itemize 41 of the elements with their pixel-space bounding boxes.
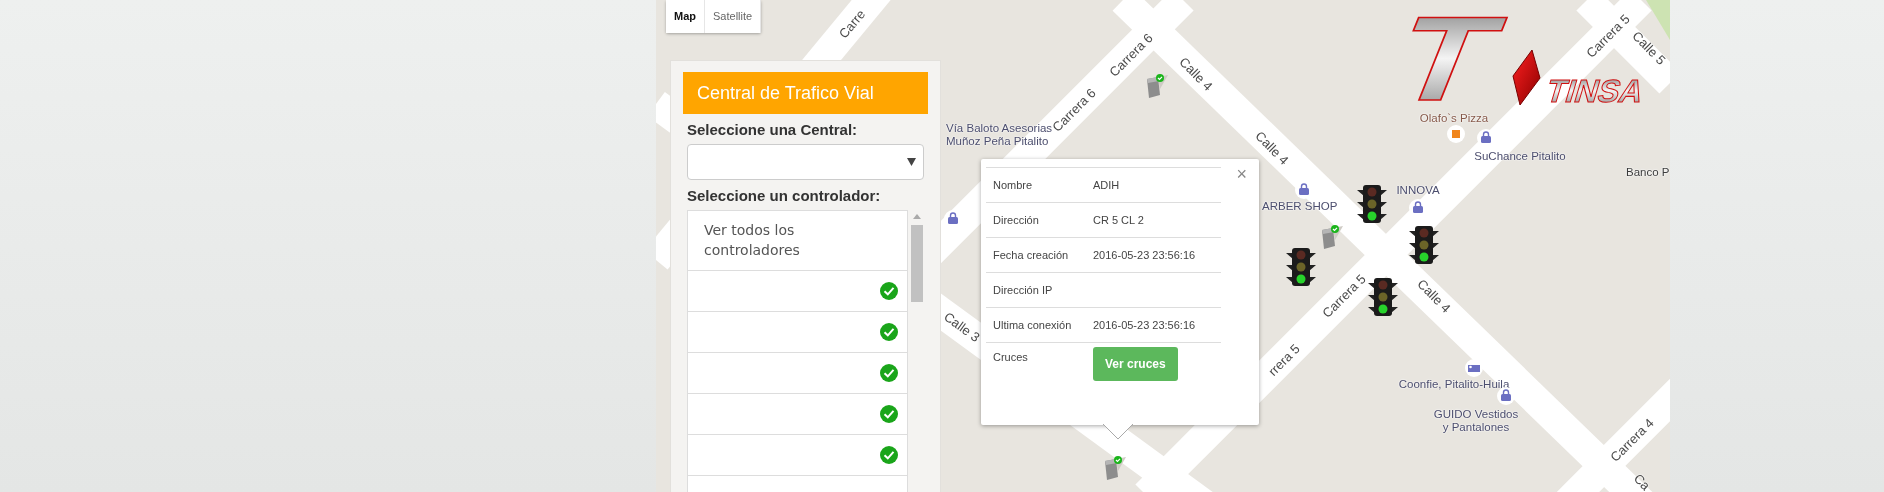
- place-label: Vía Baloto Asesorias Muñoz Peña Pitalito: [946, 122, 1053, 149]
- traffic-light-icon[interactable]: [1355, 184, 1389, 224]
- info-label: Cruces: [992, 351, 1029, 363]
- info-label: Dirección: [992, 214, 1040, 226]
- street-label: Calle 3: [941, 309, 983, 345]
- info-value: 2016-05-23 23:56:16: [1093, 249, 1196, 261]
- caret-icon: [907, 158, 916, 166]
- logo-text: TINSA: [1541, 72, 1648, 106]
- square-marker-icon: [1447, 125, 1465, 143]
- logo-letter: T: [1378, 6, 1520, 106]
- street-label: rrera 5: [1265, 341, 1303, 379]
- field-label: Seleccione una Central:: [687, 121, 859, 138]
- close-button[interactable]: ×: [1234, 165, 1249, 183]
- cabinet-icon[interactable]: [1102, 455, 1128, 483]
- traffic-light-icon[interactable]: [1407, 225, 1441, 265]
- list-item[interactable]: Ver todos los controladores: [688, 211, 907, 271]
- info-label: Dirección IP: [992, 284, 1054, 296]
- map-type-tab[interactable]: Satellite: [705, 0, 762, 33]
- info-value: 2016-05-23 23:56:16: [1093, 319, 1196, 331]
- cabinet-icon[interactable]: [1144, 73, 1170, 101]
- info-label: Ultima conexión: [992, 319, 1073, 331]
- info-value: ADIH: [1093, 179, 1120, 191]
- diamond-icon: [1512, 49, 1541, 106]
- street-label: Ca: [1631, 471, 1653, 492]
- place-label: SuChance Pitalito: [1474, 150, 1566, 164]
- place-label: Banco P: [1626, 166, 1670, 180]
- central-select[interactable]: [687, 144, 924, 180]
- place-label: INNOVA: [1396, 184, 1440, 198]
- panel-title: Central de Trafico Vial: [683, 72, 928, 114]
- traffic-light-icon[interactable]: [1366, 277, 1400, 317]
- banknote-icon: [1465, 359, 1483, 377]
- place-label: ARBER SHOP: [1262, 200, 1338, 214]
- field-label: Seleccione un controlador:: [687, 187, 882, 204]
- place-label: Olafo`s Pizza: [1419, 112, 1489, 126]
- map-type-tab[interactable]: Map: [666, 0, 705, 33]
- info-label: Nombre: [992, 179, 1034, 191]
- traffic-light-icon[interactable]: [1284, 247, 1318, 287]
- place-label: Coonfie, Pitalito-Huila: [1398, 378, 1510, 392]
- info-value: CR 5 CL 2: [1093, 214, 1144, 226]
- info-label: Fecha creación: [992, 249, 1070, 261]
- place-label: GUIDO Vestidos y Pantalones: [1433, 408, 1519, 435]
